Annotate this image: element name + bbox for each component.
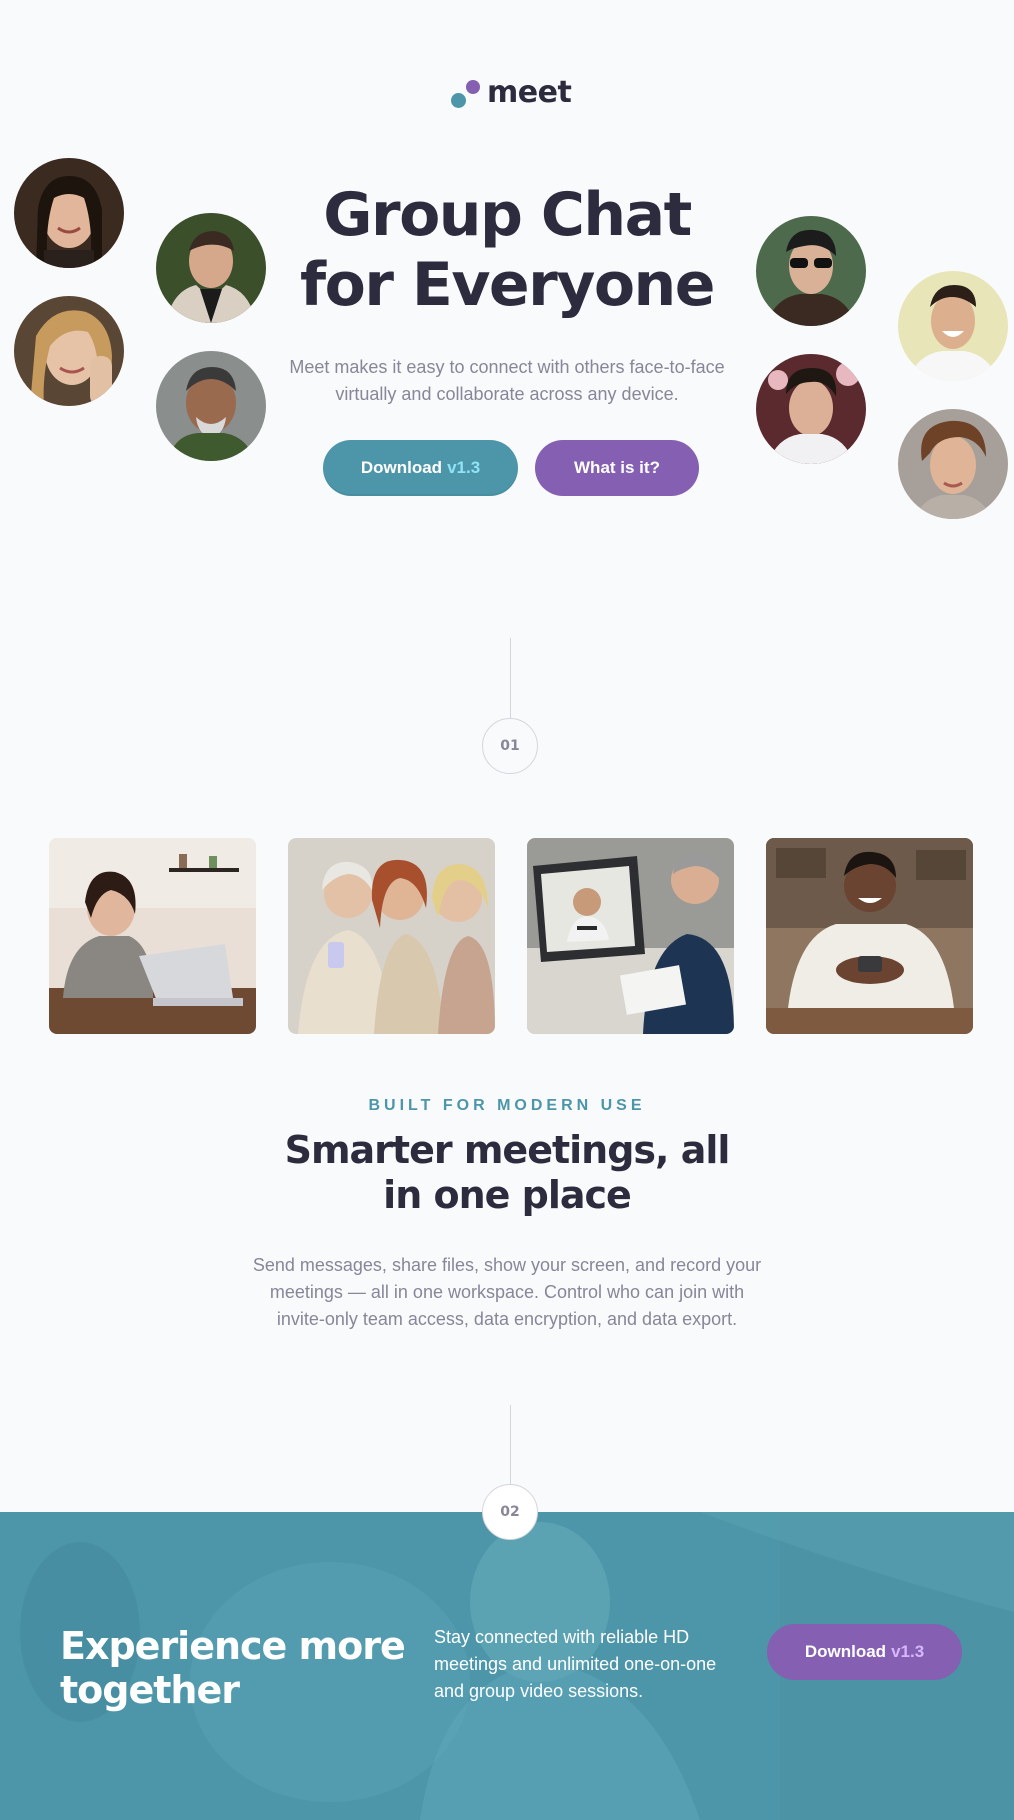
section-title: Smarter meetings, all in one place [0, 1128, 1014, 1218]
what-is-it-button[interactable]: What is it? [535, 440, 699, 496]
cta-title-line2: together [60, 1668, 240, 1712]
step-marker-02: 02 [482, 1484, 538, 1540]
hero-title: Group Chat for Everyone [0, 180, 1014, 320]
logo-text: meet [487, 75, 572, 110]
photo-women-phone [288, 838, 495, 1034]
avatar-man-curly-hair [756, 354, 866, 464]
hero-title-line2: for Everyone [300, 250, 715, 320]
logo-mark-icon [451, 76, 481, 110]
logo[interactable]: meet [451, 75, 572, 110]
cta-title: Experience more together [60, 1624, 406, 1712]
cta-title-line1: Experience more [60, 1624, 406, 1668]
cta-download-version: v1.3 [891, 1642, 925, 1661]
download-version: v1.3 [447, 458, 481, 477]
download-button-label: Download [360, 458, 443, 477]
avatar-older-man [156, 351, 266, 461]
section-eyebrow: BUILT FOR MODERN USE [368, 1097, 646, 1114]
hero-title-line1: Group Chat [323, 180, 692, 250]
section-title-line2: in one place [383, 1173, 632, 1217]
photo-woman-laptop [49, 838, 256, 1034]
photo-man-video-call [527, 838, 734, 1034]
photo-man-texting [766, 838, 973, 1034]
section-title-line1: Smarter meetings, all [284, 1128, 731, 1172]
step-marker-01: 01 [482, 718, 538, 774]
cta-download-label: Download [804, 1642, 887, 1661]
hero-description: Meet makes it easy to connect with other… [289, 357, 725, 404]
cta-description: Stay connected with reliable HD meetings… [434, 1627, 717, 1701]
avatar-man-wavy-hair [898, 409, 1008, 519]
cta-download-button[interactable]: Download v1.3 [767, 1624, 962, 1680]
download-button[interactable]: Download v1.3 [323, 440, 518, 496]
section-description: Send messages, share files, show your sc… [252, 1255, 762, 1329]
what-is-it-label: What is it? [574, 458, 660, 477]
cta-banner: Experience more together Stay connected … [0, 1512, 1014, 1820]
